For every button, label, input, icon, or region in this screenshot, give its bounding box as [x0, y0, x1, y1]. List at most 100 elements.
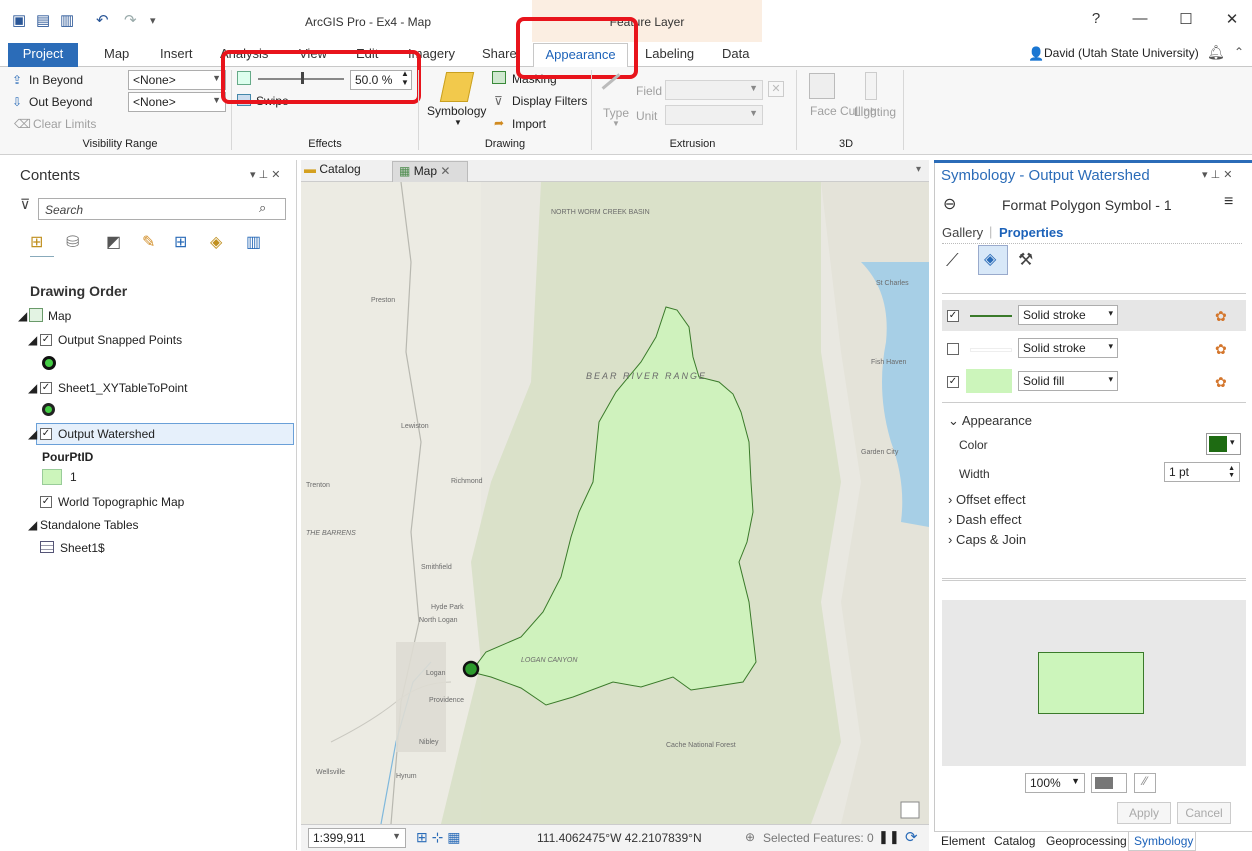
close-button[interactable]: ✕ — [1212, 10, 1252, 28]
preview-zoom-dropdown[interactable]: 100% ▼ — [1025, 773, 1085, 793]
list-by-labeling-icon[interactable]: ◈ — [210, 232, 222, 252]
extrusion-type-button[interactable]: Type — [603, 106, 629, 120]
brush-icon[interactable]: ⟋ — [946, 250, 959, 271]
toggle-grid-icon[interactable]: ⁄⁄ — [1134, 773, 1156, 793]
checkbox-topo[interactable]: ✓ — [40, 496, 52, 508]
tab-catalog-view[interactable]: ▬ Catalog — [304, 162, 386, 182]
lighting-button[interactable]: Lighting — [854, 105, 896, 119]
open-project-icon[interactable]: ▤ — [36, 11, 50, 29]
checkbox-snapped[interactable]: ✓ — [40, 334, 52, 346]
symbology-button[interactable]: Symbology — [427, 104, 486, 118]
gallery-tab[interactable]: Gallery — [942, 225, 983, 240]
list-by-editing-icon[interactable]: ✎ — [142, 232, 155, 252]
list-by-drawing-order-icon[interactable]: ⊞ — [30, 232, 43, 252]
filter-icon[interactable]: ⊽ — [20, 196, 30, 213]
layer-world-topographic-map[interactable]: World Topographic Map — [58, 495, 184, 509]
chevron-down-icon[interactable]: ▾ — [916, 164, 921, 175]
tab-insert[interactable]: Insert — [160, 46, 193, 67]
appearance-section-toggle[interactable]: ⌄ Appearance — [948, 413, 1032, 429]
snapping-icon[interactable]: ⊞ ⊹ ▦ — [416, 829, 460, 846]
undo-icon[interactable]: ↶ — [96, 11, 109, 29]
symbol-layer-checkbox-1[interactable]: ✓ — [947, 310, 959, 322]
splitter[interactable] — [942, 578, 1246, 581]
map-canvas[interactable]: NORTH WORM CREEK BASIN Preston BEAR RIVE… — [301, 182, 929, 824]
point-symbol-icon[interactable] — [42, 403, 55, 416]
standalone-tables-heading[interactable]: Standalone Tables — [40, 518, 139, 532]
wrench-icon[interactable]: ⚒ — [1018, 250, 1033, 270]
lock-color-icon[interactable]: ✿ — [1215, 341, 1227, 358]
import-button[interactable]: Import — [512, 117, 546, 131]
list-by-charts-icon[interactable]: ▥ — [246, 232, 261, 252]
expand-icon[interactable]: ◢ — [28, 333, 37, 347]
apply-button[interactable]: Apply — [1117, 802, 1171, 824]
expression-icon[interactable]: ✕ — [768, 81, 784, 97]
tab-map-view[interactable]: ▦ Map ✕ — [392, 161, 468, 182]
in-beyond-dropdown[interactable]: <None> ▼ — [128, 70, 226, 90]
back-arrow-icon[interactable]: ⊖ — [943, 194, 956, 214]
background-color-picker[interactable] — [1091, 773, 1127, 793]
notification-bell-icon[interactable]: 🔔︎ — [1207, 44, 1225, 61]
user-name[interactable]: David (Utah State University) — [1044, 46, 1199, 60]
search-icon[interactable]: ⌕ — [259, 200, 266, 216]
customize-qat-icon[interactable]: ▾ — [150, 14, 156, 27]
layer-map[interactable]: Map — [48, 309, 71, 323]
tab-catalog[interactable]: Catalog — [994, 834, 1035, 848]
refresh-icon[interactable]: ⟳ — [905, 828, 918, 846]
tab-map[interactable]: Map — [104, 46, 129, 67]
tab-symbology[interactable]: Symbology — [1128, 832, 1196, 851]
symbol-layer-type-dropdown-1[interactable]: Solid stroke ▾ — [1018, 305, 1118, 325]
pane-options-icon[interactable]: ▾ ⊥ ✕ — [250, 168, 280, 181]
checkbox-watershed[interactable]: ✓ — [40, 428, 52, 440]
list-by-snapping-icon[interactable]: ⊞ — [174, 232, 187, 252]
expand-icon[interactable]: ◢ — [28, 381, 37, 395]
menu-icon[interactable]: ≡ — [1224, 193, 1233, 211]
tab-element[interactable]: Element — [941, 834, 985, 848]
out-beyond-dropdown[interactable]: <None> ▼ — [128, 92, 226, 112]
symbol-layer-checkbox-2[interactable] — [947, 343, 959, 355]
point-symbol-icon[interactable] — [42, 356, 56, 370]
tab-project[interactable]: Project — [8, 43, 78, 67]
help-button[interactable]: ? — [1076, 10, 1116, 27]
offset-effect-toggle[interactable]: › Offset effect — [948, 492, 1026, 507]
lock-color-icon[interactable]: ✿ — [1215, 374, 1227, 391]
minimize-button[interactable]: — — [1120, 10, 1160, 27]
extrusion-field-dropdown[interactable]: ▼ — [665, 80, 763, 100]
properties-tab[interactable]: Properties — [999, 225, 1063, 240]
selected-features-count[interactable]: Selected Features: 0 — [763, 831, 874, 845]
pane-options-icon[interactable]: ▾ ⊥ ✕ — [1202, 168, 1232, 181]
expand-icon[interactable]: ◢ — [28, 427, 37, 441]
tab-data[interactable]: Data — [722, 46, 749, 67]
tab-labeling[interactable]: Labeling — [645, 46, 694, 67]
width-spinner[interactable]: 1 pt ▲ ▼ — [1164, 462, 1240, 482]
save-project-icon[interactable]: ▥ — [60, 11, 74, 29]
redo-icon[interactable]: ↷ — [124, 11, 137, 29]
display-filters-button[interactable]: Display Filters — [512, 94, 587, 108]
extrusion-unit-dropdown[interactable]: ▼ — [665, 105, 763, 125]
checkbox-xytable[interactable]: ✓ — [40, 382, 52, 394]
dash-effect-toggle[interactable]: › Dash effect — [948, 512, 1022, 527]
tab-geoprocessing[interactable]: Geoprocessing — [1046, 834, 1127, 848]
tab-share[interactable]: Share — [482, 46, 517, 67]
collapse-ribbon-icon[interactable]: ⌃ — [1234, 45, 1244, 59]
scale-dropdown[interactable]: 1:399,911 ▼ — [308, 828, 406, 848]
clear-limits-button[interactable]: Clear Limits — [33, 117, 96, 131]
cancel-button[interactable]: Cancel — [1177, 802, 1231, 824]
layer-output-watershed[interactable]: Output Watershed — [58, 427, 155, 441]
close-icon[interactable]: ✕ — [440, 164, 450, 178]
fill-symbol-swatch[interactable] — [42, 469, 62, 485]
lock-color-icon[interactable]: ✿ — [1215, 308, 1227, 325]
new-project-icon[interactable]: ▣ — [12, 11, 26, 29]
symbol-layer-type-dropdown-3[interactable]: Solid fill ▾ — [1018, 371, 1118, 391]
layer-sheet1-xytabletopoint[interactable]: Sheet1_XYTableToPoint — [58, 381, 187, 395]
expand-icon[interactable]: ◢ — [28, 518, 37, 532]
symbol-layer-type-dropdown-2[interactable]: Solid stroke ▾ — [1018, 338, 1118, 358]
list-by-data-source-icon[interactable]: ⛁ — [66, 232, 79, 252]
symbol-layer-checkbox-3[interactable]: ✓ — [947, 376, 959, 388]
layer-output-snapped-points[interactable]: Output Snapped Points — [58, 333, 182, 347]
table-sheet1[interactable]: Sheet1$ — [60, 541, 105, 555]
pause-drawing-icon[interactable]: ❚❚ — [878, 829, 900, 845]
caps-join-toggle[interactable]: › Caps & Join — [948, 532, 1026, 547]
list-by-selection-icon[interactable]: ◩ — [106, 232, 121, 252]
maximize-button[interactable]: ☐ — [1166, 10, 1206, 28]
expand-icon[interactable]: ◢ — [18, 309, 27, 323]
